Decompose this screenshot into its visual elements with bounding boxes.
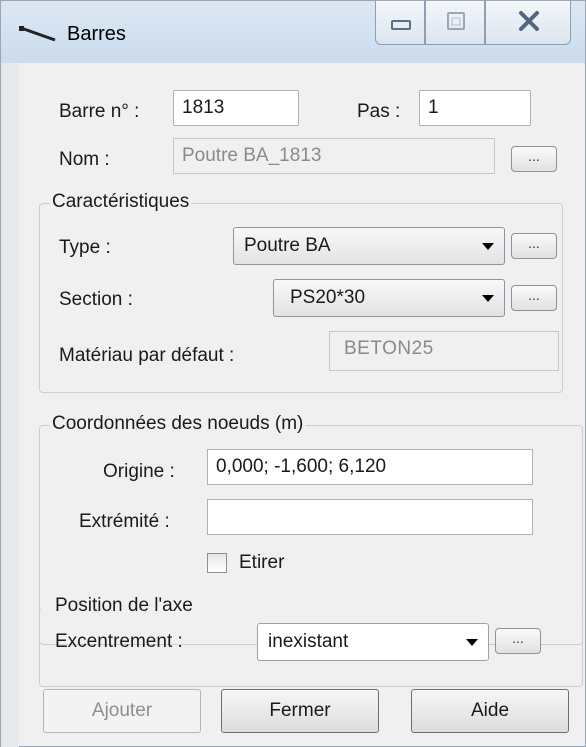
nom-label: Nom : — [59, 149, 110, 170]
barres-dialog: Barres Barre n° : 1813 Pas : 1 Nom : Pou… — [0, 0, 586, 747]
type-label: Type : — [59, 237, 111, 258]
aide-button[interactable]: Aide — [411, 689, 569, 733]
close-icon — [519, 11, 539, 31]
line-element-icon — [19, 26, 56, 42]
ajouter-button[interactable]: Ajouter — [43, 689, 201, 733]
type-browse-button[interactable]: ... — [511, 233, 557, 259]
nom-browse-button[interactable]: ... — [511, 146, 557, 172]
excentrement-dropdown[interactable]: inexistant — [257, 623, 489, 661]
section-value: PS20*30 — [290, 287, 366, 308]
origine-input[interactable]: 0,000; -1,600; 6,120 — [207, 449, 533, 485]
origine-label: Origine : — [103, 461, 175, 482]
chevron-down-icon — [466, 639, 478, 646]
chevron-down-icon — [482, 295, 494, 302]
fermer-button[interactable]: Fermer — [221, 689, 379, 733]
excentrement-browse-button[interactable]: ... — [495, 628, 541, 654]
window-title: Barres — [67, 23, 126, 45]
section-browse-button[interactable]: ... — [511, 285, 557, 311]
maximize-button[interactable] — [425, 1, 485, 45]
section-label: Section : — [59, 289, 133, 310]
etirer-checkbox[interactable] — [207, 553, 227, 573]
excentrement-value: inexistant — [268, 631, 349, 652]
minimize-button[interactable] — [375, 1, 425, 45]
close-button[interactable] — [485, 1, 571, 45]
coordonnees-title: Coordonnées des noeuds (m) — [50, 413, 306, 435]
chevron-down-icon — [482, 243, 494, 250]
extremite-label: Extrémité : — [79, 511, 170, 532]
excentrement-label: Excentrement : — [55, 631, 183, 652]
section-dropdown[interactable]: PS20*30 — [273, 279, 505, 317]
dialog-body: Barre n° : 1813 Pas : 1 Nom : Poutre BA_… — [19, 63, 583, 743]
axe-title: Position de l'axe — [55, 595, 193, 616]
materiau-input: BETON25 — [329, 331, 559, 371]
materiau-label: Matériau par défaut : — [59, 345, 235, 366]
type-dropdown[interactable]: Poutre BA — [233, 227, 505, 265]
barre-number-label: Barre n° : — [59, 101, 140, 122]
minimize-icon — [391, 20, 411, 30]
title-bar: Barres — [1, 1, 585, 63]
maximize-icon — [447, 12, 465, 30]
barre-number-input[interactable]: 1813 — [173, 90, 299, 126]
nom-input: Poutre BA_1813 — [173, 138, 495, 174]
etirer-label: Etirer — [239, 552, 285, 573]
pas-input[interactable]: 1 — [419, 90, 531, 126]
caracteristiques-title: Caractéristiques — [50, 191, 192, 213]
pas-label: Pas : — [357, 101, 401, 122]
extremite-input[interactable] — [207, 499, 533, 535]
window-frame-edge — [1, 63, 19, 747]
type-value: Poutre BA — [244, 235, 331, 256]
